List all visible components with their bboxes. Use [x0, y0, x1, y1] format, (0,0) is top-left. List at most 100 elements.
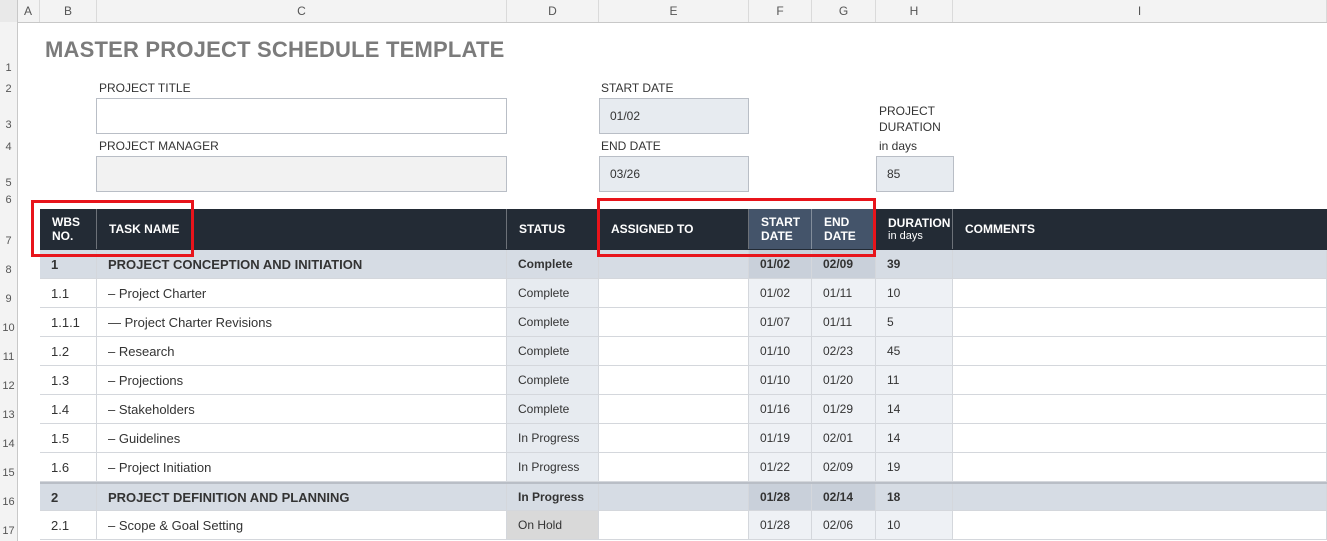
cell-start[interactable]: 01/10 — [749, 366, 812, 394]
cell-start[interactable]: 01/02 — [749, 279, 812, 307]
row-header-9[interactable]: 9 — [0, 293, 17, 305]
row-header-2[interactable]: 2 — [0, 83, 17, 95]
column-header-d[interactable]: D — [507, 0, 599, 22]
cell-assigned[interactable] — [599, 308, 749, 336]
cell-status[interactable]: On Hold — [507, 511, 599, 539]
cell-start[interactable]: 01/28 — [749, 484, 812, 510]
cell-start[interactable]: 01/19 — [749, 424, 812, 452]
cell-duration[interactable]: 11 — [876, 366, 953, 394]
cell-end[interactable]: 02/23 — [812, 337, 876, 365]
cell-duration[interactable]: 45 — [876, 337, 953, 365]
row-header-1[interactable]: 1 — [0, 62, 17, 74]
cell-status[interactable]: Complete — [507, 366, 599, 394]
cell-wbs[interactable]: 1.2 — [40, 337, 97, 365]
cell-start[interactable]: 01/22 — [749, 453, 812, 481]
project-title-field[interactable] — [96, 98, 507, 134]
cell-assigned[interactable] — [599, 453, 749, 481]
cell-status[interactable]: Complete — [507, 395, 599, 423]
cell-wbs[interactable]: 1.4 — [40, 395, 97, 423]
row-header-17[interactable]: 17 — [0, 525, 17, 537]
cell-start[interactable]: 01/10 — [749, 337, 812, 365]
column-header-h[interactable]: H — [876, 0, 953, 22]
cell-wbs[interactable]: 2.1 — [40, 511, 97, 539]
row-header-16[interactable]: 16 — [0, 496, 17, 508]
cell-comments[interactable] — [953, 395, 1327, 423]
cell-end[interactable]: 01/20 — [812, 366, 876, 394]
row-header-5[interactable]: 5 — [0, 177, 17, 189]
row-header-8[interactable]: 8 — [0, 264, 17, 276]
row-header-7[interactable]: 7 — [0, 235, 17, 247]
row-header-15[interactable]: 15 — [0, 467, 17, 479]
column-header-c[interactable]: C — [97, 0, 507, 22]
cell-duration[interactable]: 10 — [876, 279, 953, 307]
header-comments[interactable]: COMMENTS — [953, 209, 1327, 249]
cell-end[interactable]: 02/09 — [812, 453, 876, 481]
select-all-corner[interactable] — [0, 0, 18, 22]
cell-comments[interactable] — [953, 453, 1327, 481]
row-header-12[interactable]: 12 — [0, 380, 17, 392]
cell-task[interactable]: – Project Initiation — [97, 453, 507, 481]
cell-end[interactable]: 01/11 — [812, 279, 876, 307]
cell-end[interactable]: 02/01 — [812, 424, 876, 452]
cell-status[interactable]: Complete — [507, 279, 599, 307]
cell-task[interactable]: – Scope & Goal Setting — [97, 511, 507, 539]
cell-duration[interactable]: 19 — [876, 453, 953, 481]
cell-comments[interactable] — [953, 366, 1327, 394]
cell-duration[interactable]: 10 — [876, 511, 953, 539]
row-header-14[interactable]: 14 — [0, 438, 17, 450]
cell-wbs[interactable]: 1.3 — [40, 366, 97, 394]
header-status[interactable]: STATUS — [507, 209, 599, 249]
cell-status[interactable]: Complete — [507, 337, 599, 365]
cell-start[interactable]: 01/16 — [749, 395, 812, 423]
cell-comments[interactable] — [953, 337, 1327, 365]
row-header-13[interactable]: 13 — [0, 409, 17, 421]
cell-status[interactable]: In Progress — [507, 484, 599, 510]
row-header-11[interactable]: 11 — [0, 351, 17, 363]
cell-start[interactable]: 01/28 — [749, 511, 812, 539]
cell-comments[interactable] — [953, 308, 1327, 336]
cell-end[interactable]: 01/29 — [812, 395, 876, 423]
cell-comments[interactable] — [953, 511, 1327, 539]
cell-status[interactable]: Complete — [507, 250, 599, 278]
cell-end[interactable]: 02/14 — [812, 484, 876, 510]
cell-comments[interactable] — [953, 279, 1327, 307]
cell-assigned[interactable] — [599, 424, 749, 452]
row-header-10[interactable]: 10 — [0, 322, 17, 334]
cell-task[interactable]: – Projections — [97, 366, 507, 394]
row-header-4[interactable]: 4 — [0, 141, 17, 153]
project-manager-field[interactable] — [96, 156, 507, 192]
column-header-g[interactable]: G — [812, 0, 876, 22]
cell-wbs[interactable]: 1.6 — [40, 453, 97, 481]
end-date-field[interactable]: 03/26 — [599, 156, 749, 192]
row-header-3[interactable]: 3 — [0, 119, 17, 131]
cell-wbs[interactable]: 1.5 — [40, 424, 97, 452]
cell-assigned[interactable] — [599, 366, 749, 394]
row-header-6[interactable]: 6 — [0, 194, 17, 206]
cell-duration[interactable]: 5 — [876, 308, 953, 336]
cell-task[interactable]: – Guidelines — [97, 424, 507, 452]
column-header-f[interactable]: F — [749, 0, 812, 22]
cell-task[interactable]: – Stakeholders — [97, 395, 507, 423]
cell-wbs[interactable]: 2 — [40, 484, 97, 510]
column-header-e[interactable]: E — [599, 0, 749, 22]
cell-duration[interactable]: 14 — [876, 395, 953, 423]
cell-assigned[interactable] — [599, 279, 749, 307]
column-header-a[interactable]: A — [17, 0, 40, 22]
cell-assigned[interactable] — [599, 395, 749, 423]
cell-end[interactable]: 02/06 — [812, 511, 876, 539]
cell-duration[interactable]: 18 — [876, 484, 953, 510]
column-header-b[interactable]: B — [40, 0, 97, 22]
cell-comments[interactable] — [953, 424, 1327, 452]
cell-duration[interactable]: 39 — [876, 250, 953, 278]
cell-comments[interactable] — [953, 484, 1327, 510]
cell-assigned[interactable] — [599, 511, 749, 539]
start-date-field[interactable]: 01/02 — [599, 98, 749, 134]
cell-assigned[interactable] — [599, 337, 749, 365]
cell-task[interactable]: — Project Charter Revisions — [97, 308, 507, 336]
cell-status[interactable]: In Progress — [507, 453, 599, 481]
cell-task[interactable]: PROJECT DEFINITION AND PLANNING — [97, 484, 507, 510]
cell-wbs[interactable]: 1.1.1 — [40, 308, 97, 336]
header-duration[interactable]: DURATION in days — [876, 209, 953, 249]
cell-wbs[interactable]: 1.1 — [40, 279, 97, 307]
cell-assigned[interactable] — [599, 484, 749, 510]
